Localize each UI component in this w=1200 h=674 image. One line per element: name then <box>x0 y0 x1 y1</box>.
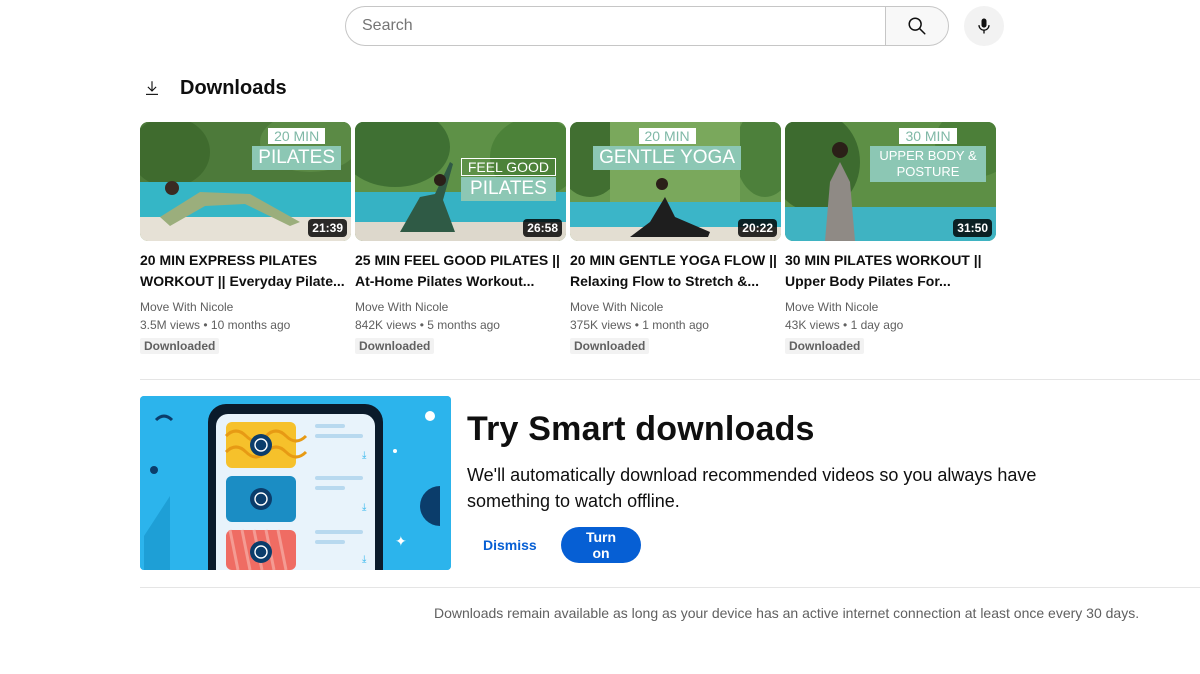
video-title[interactable]: 30 MIN PILATES WORKOUT || Upper Body Pil… <box>785 250 996 292</box>
channel-name[interactable]: Move With Nicole <box>355 299 566 316</box>
thumbnail-overlay-main: PILATES <box>252 146 341 170</box>
video-card[interactable]: 20 MIN PILATES 21:39 20 MIN EXPRESS PILA… <box>140 122 351 355</box>
thumbnail-overlay-text: 20 MIN PILATES <box>252 128 341 170</box>
video-meta: 43K views • 1 day ago <box>785 318 904 332</box>
video-views: 3.5M views <box>140 318 201 332</box>
video-views: 842K views <box>355 318 417 332</box>
video-meta: 842K views • 5 months ago <box>355 318 500 332</box>
video-duration: 31:50 <box>953 219 992 237</box>
video-duration: 21:39 <box>308 219 347 237</box>
video-duration: 26:58 <box>523 219 562 237</box>
video-thumbnail[interactable]: FEEL GOOD PILATES 26:58 <box>355 122 566 241</box>
video-title[interactable]: 25 MIN FEEL GOOD PILATES || At-Home Pila… <box>355 250 566 292</box>
video-age: 5 months ago <box>427 318 500 332</box>
downloads-footnote: Downloads remain available as long as yo… <box>434 605 1140 621</box>
video-thumbnail[interactable]: 20 MIN GENTLE YOGA 20:22 <box>570 122 781 241</box>
channel-name[interactable]: Move With Nicole <box>570 299 781 316</box>
turn-on-button[interactable]: Turn on <box>561 527 641 563</box>
thumbnail-overlay-main: PILATES <box>460 177 556 201</box>
smart-downloads-description: We'll automatically download recommended… <box>467 465 1037 511</box>
channel-name[interactable]: Move With Nicole <box>785 299 996 316</box>
downloads-header: Downloads <box>142 74 287 102</box>
svg-text:⤓: ⤓ <box>362 502 367 513</box>
video-age: 1 day ago <box>850 318 904 332</box>
thumbnail-overlay-main: GENTLE YOGA <box>593 146 741 170</box>
thumbnail-overlay-main: UPPER BODY & POSTURE <box>870 146 986 182</box>
video-card[interactable]: 30 MIN UPPER BODY & POSTURE 31:50 30 MIN… <box>785 122 996 355</box>
video-card[interactable]: FEEL GOOD PILATES 26:58 25 MIN FEEL GOOD… <box>355 122 566 355</box>
video-thumbnail[interactable]: 20 MIN PILATES 21:39 <box>140 122 351 241</box>
video-title[interactable]: 20 MIN GENTLE YOGA FLOW || Relaxing Flow… <box>570 250 781 292</box>
thumbnail-overlay-top: 20 MIN <box>638 128 696 144</box>
video-title[interactable]: 20 MIN EXPRESS PILATES WORKOUT || Everyd… <box>140 250 351 292</box>
svg-text:⤓: ⤓ <box>362 554 367 565</box>
thumbnail-overlay-text: 20 MIN GENTLE YOGA <box>593 128 741 170</box>
download-icon <box>142 78 162 98</box>
dismiss-button[interactable]: Dismiss <box>467 527 553 563</box>
search-icon <box>908 17 926 35</box>
divider <box>140 587 1200 588</box>
video-meta: 375K views • 1 month ago <box>570 318 709 332</box>
video-views: 43K views <box>785 318 840 332</box>
video-thumbnail[interactable]: 30 MIN UPPER BODY & POSTURE 31:50 <box>785 122 996 241</box>
channel-name[interactable]: Move With Nicole <box>140 299 351 316</box>
thumbnail-overlay-top: 30 MIN <box>899 128 957 144</box>
thumbnail-overlay-text: FEEL GOOD PILATES <box>460 158 556 201</box>
svg-text:⤓: ⤓ <box>362 450 367 461</box>
svg-text:✦: ✦ <box>395 534 407 550</box>
thumbnail-overlay-text: 30 MIN UPPER BODY & POSTURE <box>870 128 986 182</box>
page-title: Downloads <box>180 76 287 99</box>
smart-downloads-title: Try Smart downloads <box>467 410 815 448</box>
mic-icon <box>978 18 990 34</box>
downloaded-badge: Downloaded <box>785 338 865 354</box>
video-age: 10 months ago <box>210 318 291 332</box>
video-duration: 20:22 <box>738 219 777 237</box>
video-age: 1 month ago <box>642 318 709 332</box>
downloads-grid: 20 MIN PILATES 21:39 20 MIN EXPRESS PILA… <box>140 122 1000 355</box>
video-views: 375K views <box>570 318 632 332</box>
video-meta: 3.5M views • 10 months ago <box>140 318 291 332</box>
search-bar <box>345 6 949 46</box>
voice-search-button[interactable] <box>964 6 1004 46</box>
search-input[interactable] <box>345 6 885 46</box>
search-button[interactable] <box>885 6 949 46</box>
downloaded-badge: Downloaded <box>140 338 220 354</box>
downloaded-badge: Downloaded <box>570 338 650 354</box>
video-card[interactable]: 20 MIN GENTLE YOGA 20:22 20 MIN GENTLE Y… <box>570 122 781 355</box>
divider <box>140 379 1200 380</box>
thumbnail-overlay-top: FEEL GOOD <box>460 158 556 176</box>
thumbnail-overlay-top: 20 MIN <box>268 128 326 144</box>
smart-downloads-illustration: ✦ ⤓ ⤓ ⤓ <box>140 396 451 570</box>
downloaded-badge: Downloaded <box>355 338 435 354</box>
